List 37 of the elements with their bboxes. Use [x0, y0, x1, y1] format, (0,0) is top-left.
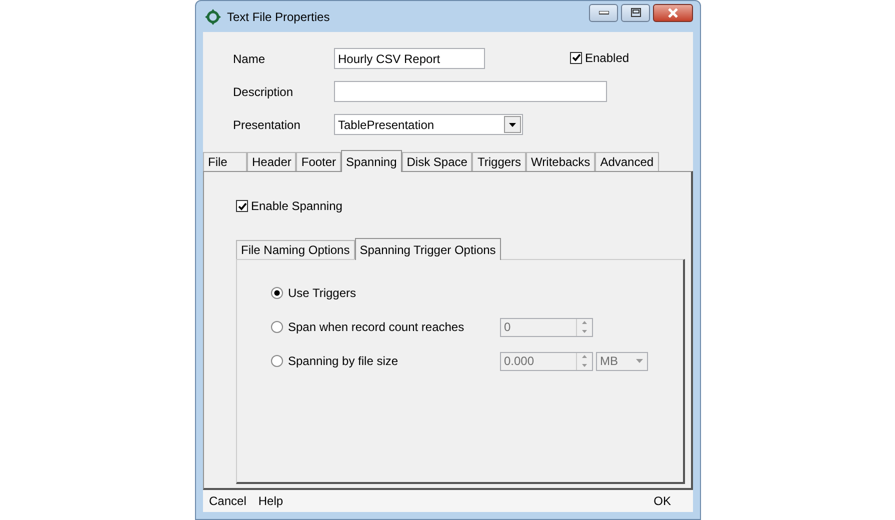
field-label: Presentation [233, 116, 302, 134]
window-title: Text File Properties [227, 8, 330, 26]
checkbox-label: Enabled [585, 50, 630, 66]
close-button[interactable] [653, 4, 693, 22]
option-label: Span when record count reaches [288, 319, 466, 336]
maximize-icon [630, 8, 640, 17]
option-label: Spanning by file size [288, 353, 400, 370]
checkbox-label: Enable Spanning [251, 198, 342, 215]
app-icon [205, 8, 221, 24]
footer-button[interactable]: Help [258, 492, 284, 510]
tab[interactable]: Triggers [472, 152, 526, 171]
footer-button[interactable]: Cancel [209, 492, 246, 510]
tab[interactable]: Footer [296, 152, 342, 171]
tab[interactable]: Header [247, 152, 296, 171]
tab[interactable]: Disk Space [402, 152, 472, 171]
description-field[interactable] [334, 81, 607, 102]
tab[interactable]: Advanced [595, 152, 659, 171]
caret-icon [504, 116, 521, 133]
tab[interactable]: File [203, 152, 247, 171]
caret-icon [636, 359, 643, 363]
field-label: Name [233, 50, 266, 68]
minimize-icon [598, 10, 608, 14]
option-label: Use Triggers [288, 285, 358, 302]
maximize-button[interactable] [621, 4, 650, 22]
name-field[interactable]: Hourly CSV Report [334, 48, 485, 69]
checkbox[interactable] [570, 52, 582, 64]
tab[interactable]: File Naming Options [236, 240, 355, 259]
tab[interactable]: Spanning [341, 150, 402, 172]
radio-button[interactable] [271, 287, 283, 299]
footer-button[interactable]: OK [654, 492, 671, 510]
tab[interactable]: Writebacks [526, 152, 596, 171]
checkbox[interactable] [236, 200, 248, 212]
tab[interactable]: Spanning Trigger Options [354, 238, 501, 260]
presentation-dropdown[interactable]: TablePresentation [334, 114, 523, 135]
minimize-button[interactable] [589, 4, 618, 22]
field-label: Description [233, 84, 294, 100]
close-icon [667, 8, 679, 18]
